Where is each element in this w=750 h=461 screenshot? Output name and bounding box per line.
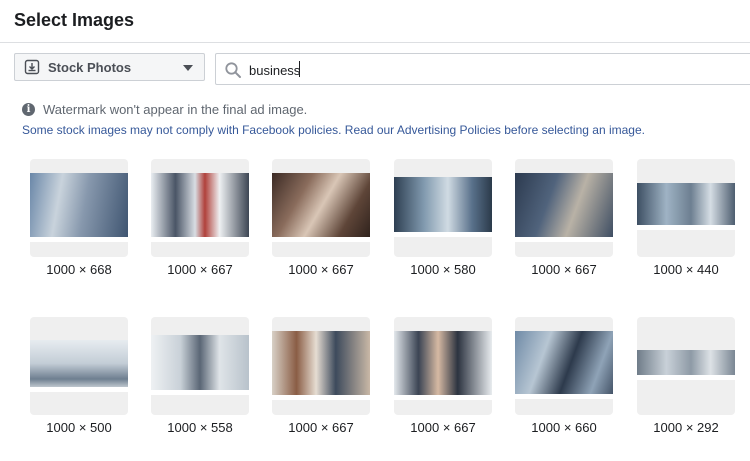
stock-image (515, 331, 613, 399)
image-tile[interactable] (515, 159, 613, 257)
search-input[interactable] (249, 60, 729, 80)
image-dimensions: 1000 × 580 (410, 262, 476, 277)
stock-image (394, 177, 492, 237)
image-dimensions: 1000 × 667 (288, 262, 354, 277)
image-dimensions: 1000 × 667 (531, 262, 597, 277)
stock-image (151, 173, 249, 242)
stock-image (30, 340, 128, 392)
image-tile[interactable] (637, 317, 735, 415)
image-dimensions: 1000 × 500 (46, 420, 112, 435)
search-field[interactable] (215, 53, 750, 85)
stock-image (637, 350, 735, 380)
image-tile[interactable] (394, 159, 492, 257)
image-dimensions: 1000 × 440 (653, 262, 719, 277)
stock-image (272, 173, 370, 242)
image-dimensions: 1000 × 558 (167, 420, 233, 435)
policy-link[interactable]: Some stock images may not comply with Fa… (22, 123, 645, 137)
image-tile[interactable] (637, 159, 735, 257)
image-tile[interactable] (394, 317, 492, 415)
stock-source-label: Stock Photos (48, 60, 132, 75)
stock-image (515, 173, 613, 242)
image-tile[interactable] (272, 317, 370, 415)
image-tile[interactable] (30, 159, 128, 257)
stock-image (30, 173, 128, 242)
text-cursor (299, 61, 300, 77)
stock-image (637, 183, 735, 230)
header-divider (0, 42, 750, 43)
image-dimensions: 1000 × 292 (653, 420, 719, 435)
stock-image (151, 335, 249, 395)
image-dimensions: 1000 × 667 (410, 420, 476, 435)
image-dimensions: 1000 × 667 (288, 420, 354, 435)
search-icon (225, 62, 241, 78)
image-dimensions: 1000 × 660 (531, 420, 597, 435)
image-tile[interactable] (30, 317, 128, 415)
image-tile[interactable] (515, 317, 613, 415)
stock-source-dropdown[interactable]: Stock Photos (14, 53, 205, 81)
image-dimensions: 1000 × 668 (46, 262, 112, 277)
stock-image (272, 331, 370, 400)
image-tile[interactable] (151, 317, 249, 415)
image-dimensions: 1000 × 667 (167, 262, 233, 277)
stock-photo-icon (24, 59, 40, 75)
page-title: Select Images (14, 10, 135, 30)
stock-image (394, 331, 492, 400)
chevron-down-icon (183, 65, 193, 71)
info-icon: i (22, 103, 35, 116)
watermark-notice-text: Watermark won't appear in the final ad i… (43, 102, 308, 117)
image-tile[interactable] (151, 159, 249, 257)
image-tile[interactable] (272, 159, 370, 257)
